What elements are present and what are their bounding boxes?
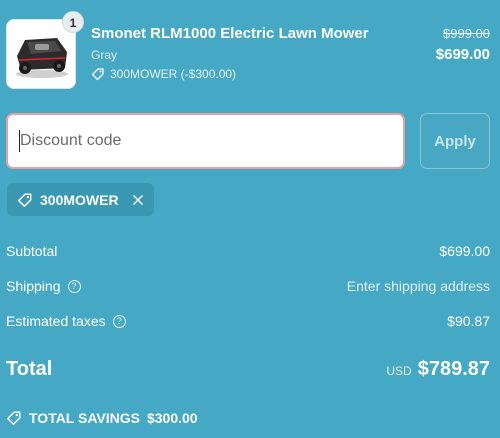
savings-label: TOTAL SAVINGS <box>29 410 140 426</box>
quantity-badge: 1 <box>62 11 84 33</box>
shipping-label-group: Shipping ? <box>6 278 81 294</box>
applied-discount-code: 300MOWER <box>40 191 119 208</box>
shipping-row: Shipping ? Enter shipping address <box>6 278 490 294</box>
total-label: Total <box>6 358 53 380</box>
help-icon[interactable]: ? <box>112 314 126 328</box>
apply-button[interactable]: Apply <box>420 113 490 169</box>
subtotal-value: $699.00 <box>439 243 490 259</box>
total-row: Total USD $789.87 <box>6 358 490 381</box>
total-savings: TOTAL SAVINGS $300.00 <box>6 410 198 426</box>
shipping-value: Enter shipping address <box>346 278 490 294</box>
compare-at-price: $999.00 <box>443 26 490 41</box>
cart-line-item: 1 Smonet RLM1000 Electric Lawn Mower Gra… <box>6 11 494 90</box>
total-value: $789.87 <box>417 358 490 380</box>
help-icon[interactable]: ? <box>67 279 81 293</box>
applied-discount-chip: 300MOWER <box>7 183 154 216</box>
tag-icon <box>17 193 32 207</box>
subtotal-label: Subtotal <box>6 243 58 259</box>
close-icon <box>132 194 143 205</box>
savings-value: $300.00 <box>146 410 198 426</box>
product-discount: 300MOWER (-$300.00) <box>91 67 236 81</box>
taxes-label-group: Estimated taxes ? <box>6 313 126 329</box>
product-price: $699.00 <box>435 46 490 63</box>
tag-icon <box>6 411 21 426</box>
remove-discount-button[interactable] <box>132 194 144 206</box>
currency-code: USD <box>386 364 412 378</box>
product-discount-label: 300MOWER (-$300.00) <box>110 67 237 81</box>
discount-code-input[interactable] <box>6 113 405 169</box>
total-amount: USD $789.87 <box>386 358 490 381</box>
product-variant: Gray <box>91 48 118 62</box>
shipping-label: Shipping <box>6 278 61 294</box>
tag-icon <box>91 68 104 81</box>
discount-form: Apply <box>6 113 490 169</box>
product-name: Smonet RLM1000 Electric Lawn Mower <box>91 25 369 42</box>
taxes-label: Estimated taxes <box>6 313 106 329</box>
text-cursor <box>19 130 20 152</box>
subtotal-row: Subtotal $699.00 <box>6 243 490 259</box>
lawn-mower-image <box>16 38 68 78</box>
taxes-value: $90.87 <box>447 313 490 329</box>
taxes-row: Estimated taxes ? $90.87 <box>6 313 490 329</box>
